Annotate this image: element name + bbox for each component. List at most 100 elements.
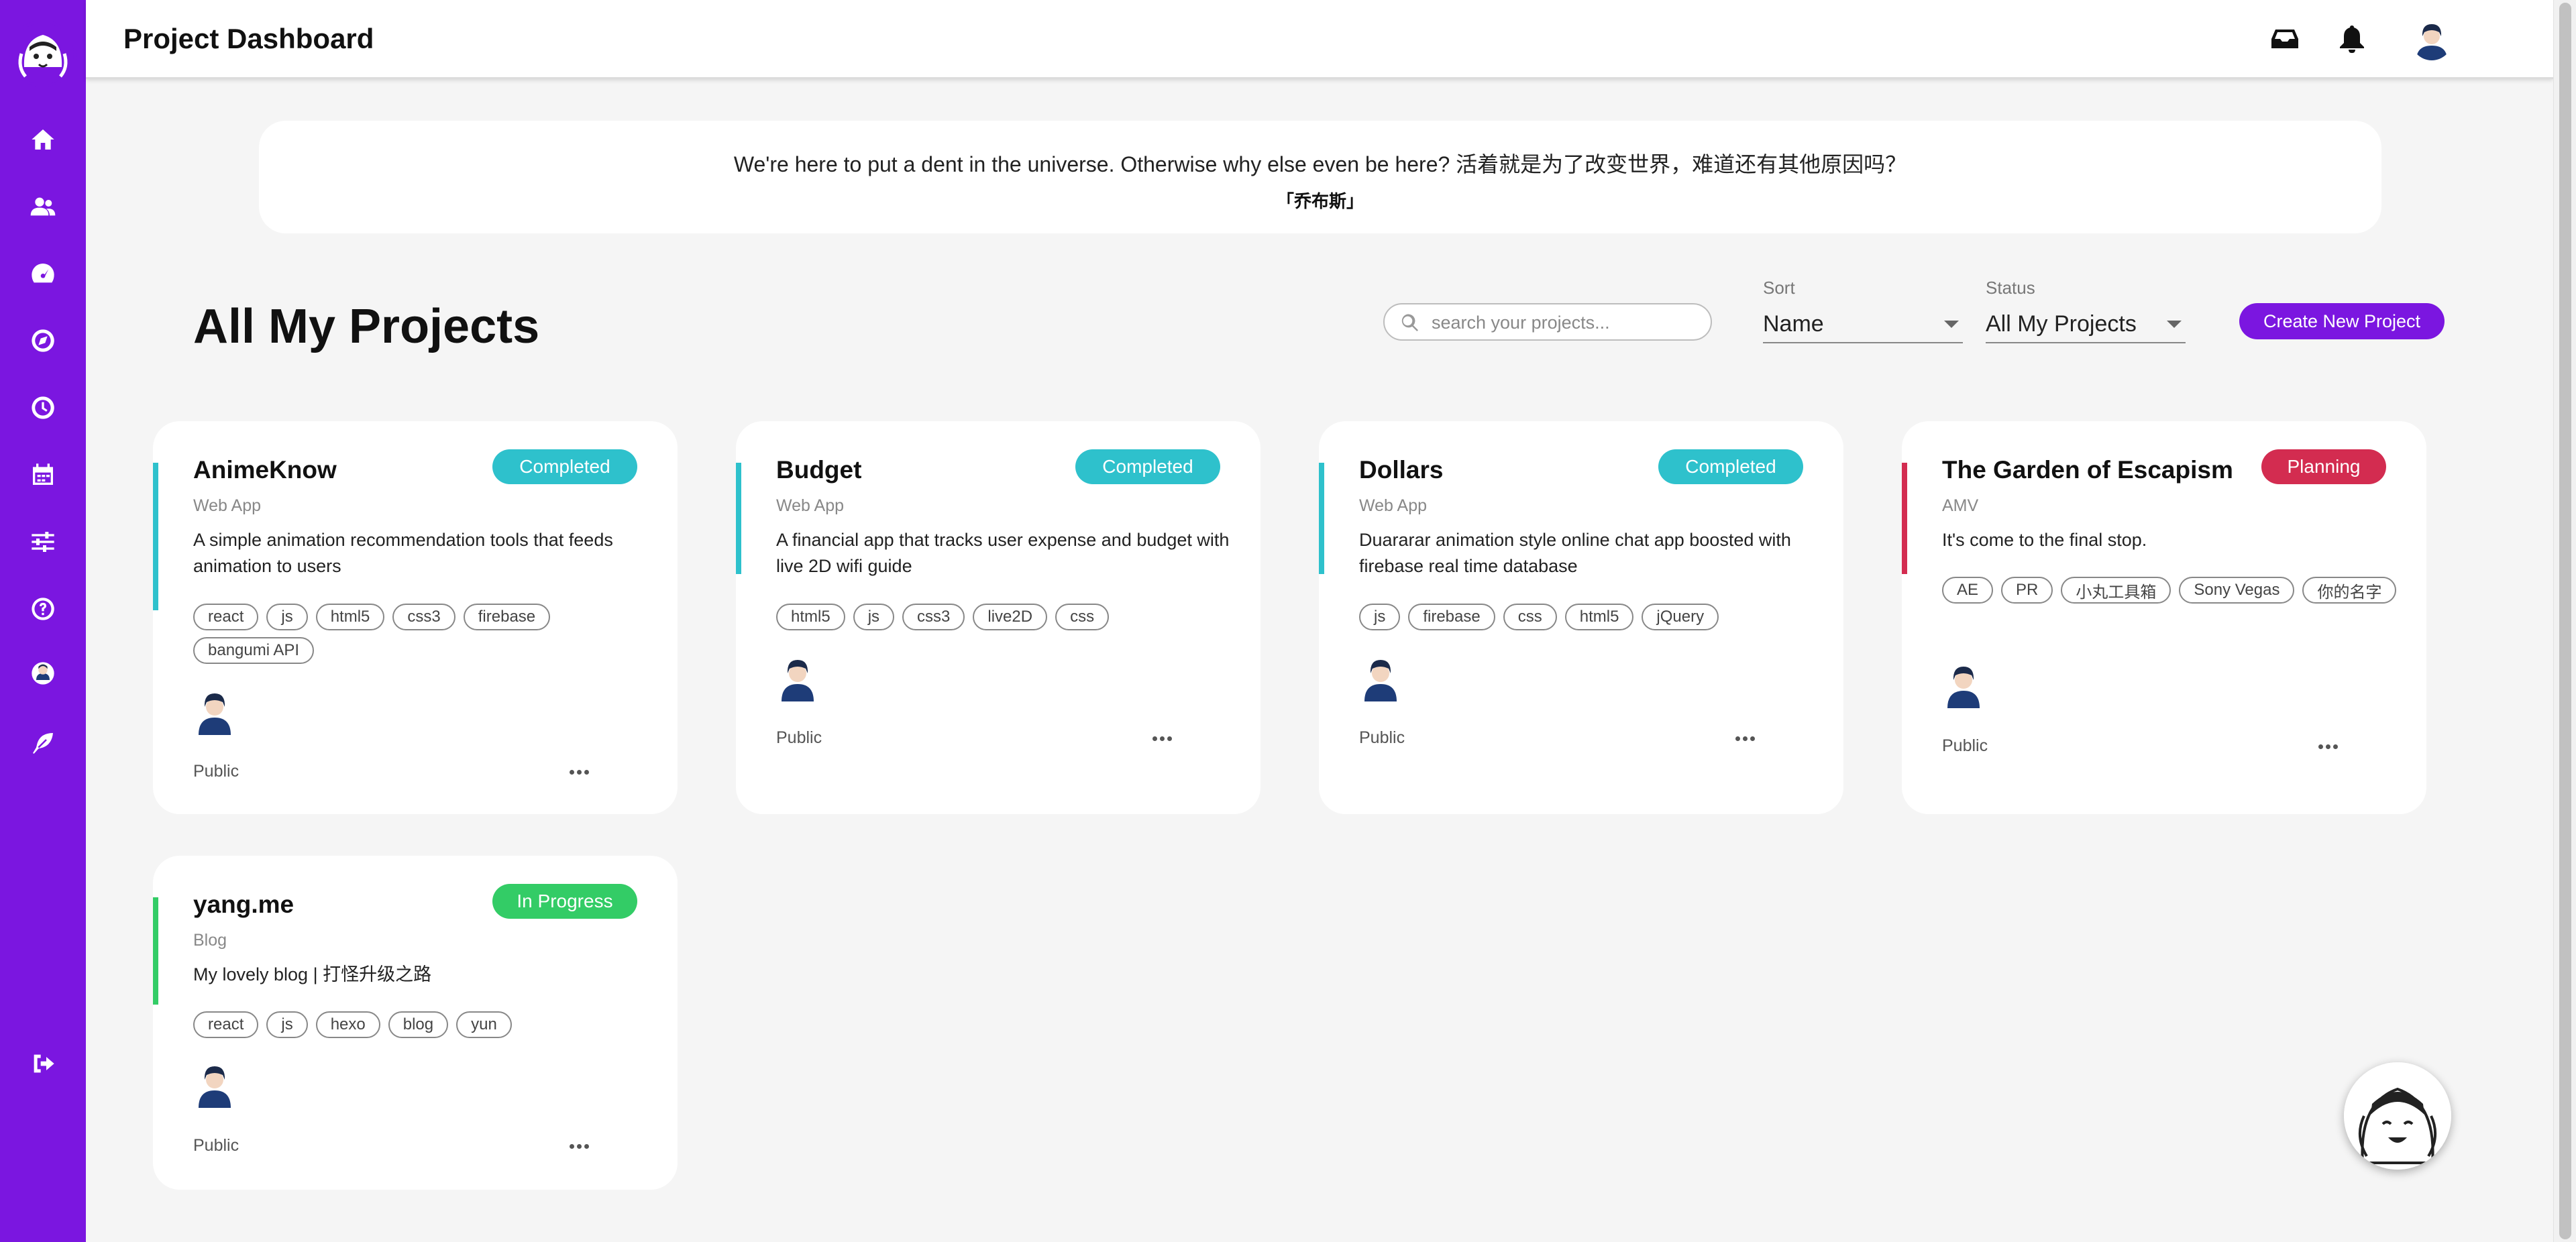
tag[interactable]: Sony Vegas xyxy=(2179,577,2295,604)
top-header: Project Dashboard xyxy=(86,0,2553,79)
tag[interactable]: AE xyxy=(1942,577,1994,604)
quote-author: 「乔布斯」 xyxy=(1276,191,1364,211)
calendar-icon[interactable] xyxy=(27,459,59,491)
tag[interactable]: css3 xyxy=(392,604,455,630)
tag[interactable]: PR xyxy=(2001,577,2053,604)
status-label: Status xyxy=(1986,278,2035,298)
tag[interactable]: css xyxy=(1503,604,1557,630)
help-icon[interactable] xyxy=(27,593,59,625)
tag[interactable]: js xyxy=(853,604,895,630)
tag[interactable]: 小丸工具箱 xyxy=(2061,577,2171,604)
caret-down-icon xyxy=(2167,321,2182,328)
user-avatar[interactable] xyxy=(2411,19,2453,60)
quote-card: We're here to put a dent in the universe… xyxy=(259,121,2381,233)
tag[interactable]: 你的名字 xyxy=(2302,577,2397,604)
tag-list: js firebase css html5 jQuery xyxy=(1359,604,1822,630)
more-options-icon[interactable] xyxy=(562,1136,596,1156)
tag[interactable]: js xyxy=(266,1011,308,1038)
more-options-icon[interactable] xyxy=(2311,736,2345,756)
sliders-icon[interactable] xyxy=(27,526,59,558)
project-card[interactable]: The Garden of Escapism Planning AMV It's… xyxy=(1902,421,2426,814)
tag[interactable]: jQuery xyxy=(1642,604,1719,630)
dashboard-gauge-icon[interactable] xyxy=(27,258,59,290)
project-title[interactable]: Budget xyxy=(776,456,861,484)
project-type: Blog xyxy=(193,931,227,950)
project-description: It's come to the final stop. xyxy=(1942,530,2147,550)
status-badge: Completed xyxy=(1075,449,1220,484)
vertical-scrollbar[interactable] xyxy=(2553,0,2576,1242)
status-color-bar xyxy=(153,463,158,610)
project-title[interactable]: The Garden of Escapism xyxy=(1942,456,2233,484)
visibility-label: Public xyxy=(193,762,239,781)
project-type: Web App xyxy=(776,496,845,515)
tag-list: react js hexo blog yun xyxy=(193,1011,656,1038)
project-card[interactable]: Dollars Completed Web App Duararar anima… xyxy=(1319,421,1843,814)
status-color-bar xyxy=(153,897,158,1005)
feather-icon[interactable] xyxy=(27,727,59,759)
create-new-project-button[interactable]: Create New Project xyxy=(2239,303,2445,339)
project-title[interactable]: AnimeKnow xyxy=(193,456,337,484)
more-options-icon[interactable] xyxy=(1728,728,1762,748)
quote-text: We're here to put a dent in the universe… xyxy=(733,152,1907,176)
logout-icon[interactable] xyxy=(27,1048,59,1080)
users-icon[interactable] xyxy=(27,190,59,223)
page-title: All My Projects xyxy=(193,300,540,353)
tag[interactable]: html5 xyxy=(315,604,385,630)
search-box[interactable] xyxy=(1383,303,1712,341)
clock-icon[interactable] xyxy=(27,392,59,424)
sort-dropdown[interactable]: Name xyxy=(1763,307,1963,343)
more-options-icon[interactable] xyxy=(562,762,596,782)
status-select[interactable]: Status All My Projects xyxy=(1986,278,2186,345)
tag[interactable]: hexo xyxy=(315,1011,380,1038)
visibility-label: Public xyxy=(193,1136,239,1155)
member-avatar[interactable] xyxy=(1942,660,1985,708)
project-card[interactable]: Budget Completed Web App A financial app… xyxy=(736,421,1260,814)
profile-avatar-icon[interactable] xyxy=(27,657,59,689)
member-avatar[interactable] xyxy=(193,687,236,735)
tag[interactable]: css xyxy=(1055,604,1110,630)
tag[interactable]: react xyxy=(193,1011,259,1038)
tag[interactable]: react xyxy=(193,604,259,630)
page-header-title: Project Dashboard xyxy=(123,23,374,54)
compass-icon[interactable] xyxy=(27,325,59,357)
visibility-label: Public xyxy=(1942,736,1988,755)
chat-assistant-avatar-icon[interactable] xyxy=(2344,1062,2451,1170)
notification-bell-icon[interactable] xyxy=(2333,20,2371,58)
status-dropdown[interactable]: All My Projects xyxy=(1986,307,2186,343)
member-avatar[interactable] xyxy=(1359,653,1402,701)
project-description: A simple animation recommendation tools … xyxy=(193,530,613,576)
inbox-icon[interactable] xyxy=(2266,20,2304,58)
tag[interactable]: firebase xyxy=(463,604,551,630)
scrollbar-thumb[interactable] xyxy=(2559,3,2571,1239)
visibility-label: Public xyxy=(1359,728,1405,747)
sort-value: Name xyxy=(1763,311,1824,337)
project-title[interactable]: yang.me xyxy=(193,891,294,919)
project-title[interactable]: Dollars xyxy=(1359,456,1443,484)
tag-list: react js html5 css3 firebase bangumi API xyxy=(193,604,656,664)
logo-icon[interactable] xyxy=(9,20,76,87)
tag[interactable]: yun xyxy=(456,1011,512,1038)
project-card[interactable]: yang.me In Progress Blog My lovely blog … xyxy=(153,856,678,1190)
tag[interactable]: bangumi API xyxy=(193,637,315,664)
status-color-bar xyxy=(1319,463,1324,574)
tag[interactable]: js xyxy=(266,604,308,630)
tag[interactable]: css3 xyxy=(902,604,965,630)
project-type: Web App xyxy=(1359,496,1428,515)
tag[interactable]: html5 xyxy=(1564,604,1634,630)
tag[interactable]: js xyxy=(1359,604,1401,630)
tag[interactable]: html5 xyxy=(776,604,845,630)
member-avatar[interactable] xyxy=(193,1060,236,1108)
status-value: All My Projects xyxy=(1986,311,2137,337)
sort-label: Sort xyxy=(1763,278,1795,298)
search-input[interactable] xyxy=(1432,310,1700,335)
sort-select[interactable]: Sort Name xyxy=(1763,278,1963,345)
project-card[interactable]: AnimeKnow Completed Web App A simple ani… xyxy=(153,421,678,814)
project-type: Web App xyxy=(193,496,262,515)
member-avatar[interactable] xyxy=(776,653,819,701)
home-icon[interactable] xyxy=(27,123,59,156)
tag[interactable]: blog xyxy=(388,1011,449,1038)
more-options-icon[interactable] xyxy=(1145,728,1179,748)
status-color-bar xyxy=(1902,463,1907,574)
tag[interactable]: live2D xyxy=(973,604,1048,630)
tag[interactable]: firebase xyxy=(1408,604,1495,630)
